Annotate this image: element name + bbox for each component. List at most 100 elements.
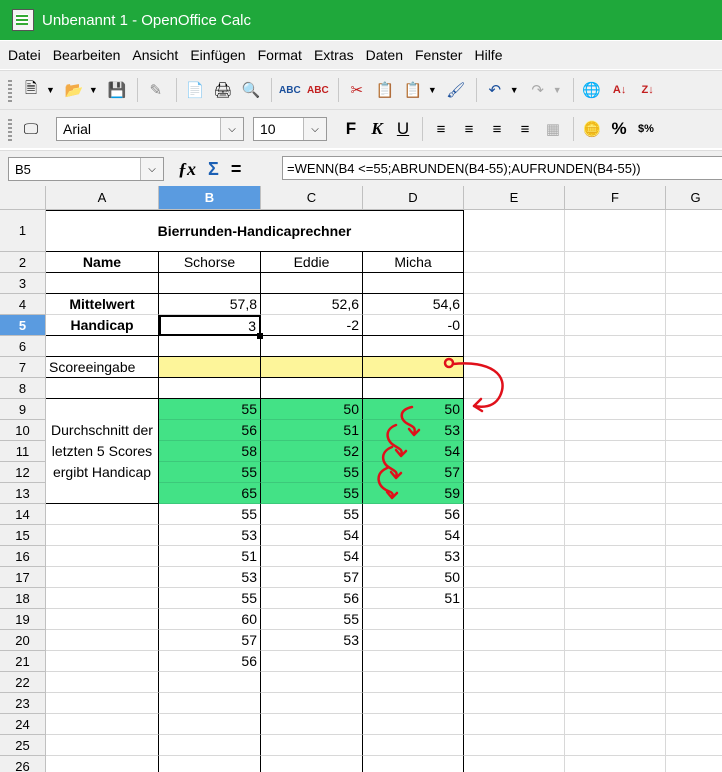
menu-fenster[interactable]: Fenster — [409, 47, 468, 63]
cell[interactable] — [159, 273, 261, 294]
align-left-icon[interactable]: ≡ — [428, 116, 454, 142]
cell[interactable] — [46, 546, 159, 567]
player-name-cell[interactable]: Micha — [363, 252, 464, 273]
cell[interactable] — [666, 651, 722, 672]
cell[interactable] — [159, 378, 261, 399]
sort-descending-icon[interactable]: Z↓ — [635, 77, 661, 103]
menu-hilfe[interactable]: Hilfe — [468, 47, 508, 63]
row-header-16[interactable]: 16 — [0, 546, 46, 567]
menu-bearbeiten[interactable]: Bearbeiten — [47, 47, 127, 63]
print-preview-icon[interactable]: 🔍 — [238, 77, 264, 103]
cell[interactable] — [666, 588, 722, 609]
cell[interactable] — [159, 735, 261, 756]
cell[interactable] — [666, 630, 722, 651]
cell[interactable] — [666, 546, 722, 567]
score-cell-d[interactable]: 54 — [363, 441, 464, 462]
cell[interactable] — [565, 735, 666, 756]
cell[interactable] — [464, 462, 565, 483]
chevron-down-icon[interactable]: ⌵ — [140, 158, 163, 180]
row-header-24[interactable]: 24 — [0, 714, 46, 735]
row-header-9[interactable]: 9 — [0, 399, 46, 420]
column-header-d[interactable]: D — [363, 186, 464, 210]
menu-einfuegen[interactable]: Einfügen — [184, 47, 251, 63]
cell[interactable] — [464, 357, 565, 378]
cell[interactable] — [565, 756, 666, 772]
score-cell-b[interactable]: 65 — [159, 483, 261, 504]
justify-icon[interactable]: ≡ — [512, 116, 538, 142]
undo-dropdown-icon[interactable]: ▼ — [510, 85, 519, 95]
cell[interactable] — [363, 672, 464, 693]
cell[interactable] — [565, 588, 666, 609]
score-cell-c[interactable]: 50 — [261, 399, 363, 420]
cell[interactable] — [666, 336, 722, 357]
handicap-note-cell[interactable]: Durchschnitt der letzten 5 Scores ergibt… — [46, 399, 159, 504]
score-cell-c[interactable]: 53 — [261, 630, 363, 651]
cell[interactable] — [565, 441, 666, 462]
cell[interactable] — [46, 756, 159, 772]
cell[interactable] — [363, 693, 464, 714]
row-header-8[interactable]: 8 — [0, 378, 46, 399]
cell[interactable] — [46, 378, 159, 399]
currency-format-icon[interactable]: 🪙 — [579, 116, 605, 142]
cell[interactable] — [464, 252, 565, 273]
cell[interactable] — [565, 567, 666, 588]
column-header-f[interactable]: F — [565, 186, 666, 210]
cell[interactable] — [464, 567, 565, 588]
score-cell-d[interactable]: 51 — [363, 588, 464, 609]
cell[interactable] — [159, 756, 261, 772]
cell[interactable] — [565, 315, 666, 336]
cell[interactable] — [261, 672, 363, 693]
score-cell-d[interactable]: 57 — [363, 462, 464, 483]
row-header-7[interactable]: 7 — [0, 357, 46, 378]
redo-dropdown-icon[interactable]: ▼ — [553, 85, 562, 95]
cell[interactable] — [363, 714, 464, 735]
menu-datei[interactable]: Datei — [0, 47, 47, 63]
function-wizard-icon[interactable]: ƒx — [178, 159, 196, 180]
cell[interactable] — [464, 483, 565, 504]
score-cell-b[interactable]: 53 — [159, 525, 261, 546]
toolbar-grip[interactable] — [8, 78, 12, 102]
cell[interactable] — [464, 273, 565, 294]
italic-button[interactable]: K — [365, 116, 389, 142]
cell[interactable] — [363, 630, 464, 651]
row-header-5[interactable]: 5 — [0, 315, 46, 336]
column-header-a[interactable]: A — [46, 186, 159, 210]
cell[interactable] — [464, 609, 565, 630]
cell[interactable] — [565, 399, 666, 420]
cell[interactable] — [565, 714, 666, 735]
cell[interactable] — [464, 441, 565, 462]
score-input-cell[interactable] — [159, 357, 261, 378]
cell[interactable] — [46, 504, 159, 525]
cell[interactable] — [666, 441, 722, 462]
menu-ansicht[interactable]: Ansicht — [126, 47, 184, 63]
sheet-title-cell[interactable]: Bierrunden-Handicaprechner — [46, 210, 464, 252]
score-cell-b[interactable]: 60 — [159, 609, 261, 630]
cell[interactable] — [261, 693, 363, 714]
handicap-value-cell[interactable]: -2 — [261, 315, 363, 336]
paste-icon[interactable]: 📋 — [400, 77, 426, 103]
cell[interactable] — [565, 462, 666, 483]
row-header-2[interactable]: 2 — [0, 252, 46, 273]
cell[interactable] — [464, 714, 565, 735]
cell[interactable] — [464, 756, 565, 772]
row-header-18[interactable]: 18 — [0, 588, 46, 609]
mittelwert-label-cell[interactable]: Mittelwert — [46, 294, 159, 315]
cell[interactable] — [464, 588, 565, 609]
player-name-cell[interactable]: Eddie — [261, 252, 363, 273]
mittelwert-value-cell[interactable]: 52,6 — [261, 294, 363, 315]
score-cell-b[interactable]: 53 — [159, 567, 261, 588]
cell[interactable] — [464, 294, 565, 315]
toolbar-grip[interactable] — [8, 117, 12, 141]
cell[interactable] — [363, 735, 464, 756]
merge-cells-icon[interactable]: ▦ — [540, 116, 566, 142]
font-size-box[interactable]: 10 ⌵ — [253, 117, 327, 141]
sum-icon[interactable]: Σ — [208, 159, 219, 180]
cell[interactable] — [363, 336, 464, 357]
score-cell-c[interactable]: 52 — [261, 441, 363, 462]
column-header-c[interactable]: C — [261, 186, 363, 210]
score-cell-c[interactable]: 57 — [261, 567, 363, 588]
cut-icon[interactable]: ✂ — [344, 77, 370, 103]
score-cell-c[interactable]: 55 — [261, 462, 363, 483]
undo-icon[interactable]: ↶ — [482, 77, 508, 103]
cell[interactable] — [666, 294, 722, 315]
